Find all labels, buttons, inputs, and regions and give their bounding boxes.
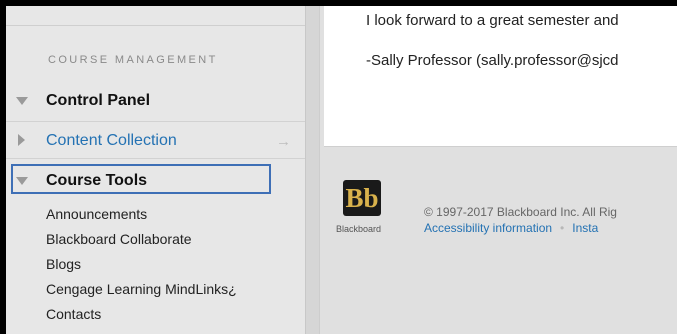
install-link[interactable]: Insta xyxy=(572,221,598,235)
course-menu-sidebar: COURSE MANAGEMENT Control Panel Content … xyxy=(6,6,306,334)
content-collection-item[interactable]: Content Collection → xyxy=(6,128,305,158)
tool-link-blackboard-collaborate[interactable]: Blackboard Collaborate xyxy=(46,231,192,247)
main-content: I look forward to a great semester and -… xyxy=(306,6,677,334)
app-frame: COURSE MANAGEMENT Control Panel Content … xyxy=(6,6,677,334)
divider xyxy=(6,25,305,26)
divider xyxy=(6,158,305,159)
footer-separator: • xyxy=(560,221,565,235)
control-panel-header[interactable]: Control Panel xyxy=(6,88,305,118)
message-line: I look forward to a great semester and xyxy=(366,12,619,29)
sidebar-gutter xyxy=(306,6,320,334)
tool-link-cengage-mindlinks[interactable]: Cengage Learning MindLinks¿ xyxy=(46,281,237,297)
accessibility-link[interactable]: Accessibility information xyxy=(424,221,552,235)
copyright-text: © 1997-2017 Blackboard Inc. All Rig xyxy=(424,205,617,219)
caret-right-icon[interactable] xyxy=(18,134,25,146)
footer-links: Accessibility information • Insta xyxy=(424,221,598,235)
caret-down-icon[interactable] xyxy=(16,97,28,105)
arrow-right-icon: → xyxy=(276,133,291,150)
section-title-course-management: COURSE MANAGEMENT xyxy=(48,54,218,66)
divider xyxy=(6,121,305,122)
tool-link-announcements[interactable]: Announcements xyxy=(46,206,147,222)
control-panel-label[interactable]: Control Panel xyxy=(46,92,150,110)
signature-line: -Sally Professor (sally.professor@sjcd xyxy=(366,52,619,69)
tool-link-contacts[interactable]: Contacts xyxy=(46,306,101,322)
blackboard-logo: Bb Blackboard xyxy=(336,180,386,240)
announcement-card: I look forward to a great semester and -… xyxy=(324,6,677,147)
bb-logo-mark: Bb xyxy=(343,180,381,216)
focus-outline xyxy=(11,164,271,194)
content-collection-link[interactable]: Content Collection xyxy=(46,132,177,150)
bb-logo-wordmark: Blackboard xyxy=(336,224,382,234)
tool-link-blogs[interactable]: Blogs xyxy=(46,256,81,272)
